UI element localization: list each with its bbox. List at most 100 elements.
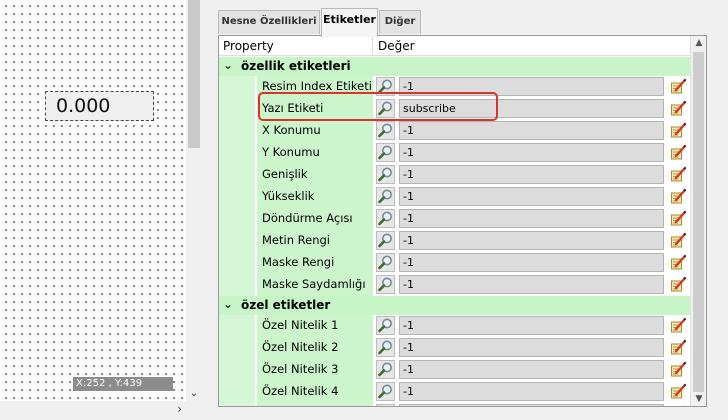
magnifier-icon[interactable] <box>376 121 395 140</box>
property-group-header[interactable]: ⌄ özellik etiketleri <box>219 57 691 76</box>
property-name[interactable]: Resim Index Etiketi <box>257 76 373 98</box>
property-row[interactable]: Yazı Etiketi subscribe <box>219 98 691 120</box>
property-name[interactable]: Y Konumu <box>257 142 373 164</box>
canvas-horizontal-scrollbar[interactable]: › <box>0 401 186 418</box>
edit-pencil-icon[interactable] <box>670 383 687 400</box>
property-value-field[interactable]: -1 <box>399 165 664 184</box>
property-value-field[interactable]: -1 <box>399 316 664 335</box>
status-strip <box>216 407 728 420</box>
row-gutter <box>219 142 255 164</box>
tab-nesne-ozellikleri[interactable]: Nesne Özellikleri <box>218 10 320 34</box>
property-value-field[interactable]: -1 <box>399 253 664 272</box>
column-header-value[interactable]: Değer <box>378 39 415 53</box>
scroll-right-icon[interactable]: › <box>177 401 182 417</box>
property-value-field[interactable]: subscribe <box>399 99 664 118</box>
magnifier-icon[interactable] <box>376 231 395 250</box>
magnifier-icon[interactable] <box>376 253 395 272</box>
row-gutter <box>219 381 255 403</box>
property-row[interactable]: Yükseklik -1 <box>219 186 691 208</box>
magnifier-icon[interactable] <box>376 338 395 357</box>
property-row[interactable]: Maske Saydamlığı -1 <box>219 274 691 296</box>
scroll-down-icon[interactable]: ⌄ <box>186 387 202 401</box>
row-gutter <box>219 230 255 252</box>
property-name[interactable]: Genişlik <box>257 164 373 186</box>
scrollbar-thumb[interactable] <box>693 52 704 392</box>
chevron-down-icon[interactable]: ⌄ <box>223 58 233 72</box>
property-name[interactable]: Özel Nitelik 4 <box>257 381 373 403</box>
property-name[interactable]: Özel Nitelik 2 <box>257 337 373 359</box>
property-value-field[interactable]: -1 <box>399 187 664 206</box>
property-value-field[interactable]: -1 <box>399 231 664 250</box>
property-name[interactable]: Döndürme Açısı <box>257 208 373 230</box>
property-row[interactable]: Metin Rengi -1 <box>219 230 691 252</box>
tab-diger[interactable]: Diğer <box>379 10 421 34</box>
edit-pencil-icon[interactable] <box>670 339 687 356</box>
property-row[interactable]: Döndürme Açısı -1 <box>219 208 691 230</box>
property-value-field[interactable]: -1 <box>399 77 664 96</box>
property-group-header[interactable]: ⌄ özel etiketler <box>219 296 691 315</box>
scroll-up-icon[interactable]: ▲ <box>691 38 706 48</box>
property-row[interactable]: Y Konumu -1 <box>219 142 691 164</box>
row-gutter <box>219 315 255 337</box>
magnifier-icon[interactable] <box>376 382 395 401</box>
property-row[interactable]: Özel Nitelik 4 -1 <box>219 381 691 403</box>
edit-pencil-icon[interactable] <box>670 78 687 95</box>
property-value-field[interactable]: -1 <box>399 338 664 357</box>
property-grid-scrollbar[interactable]: ▲ ▼ <box>690 36 706 406</box>
property-name[interactable]: Maske Saydamlığı <box>257 274 373 296</box>
edit-pencil-icon[interactable] <box>670 188 687 205</box>
numeric-display-widget[interactable]: 0.000 <box>45 91 154 121</box>
edit-pencil-icon[interactable] <box>670 276 687 293</box>
property-value-field[interactable]: -1 <box>399 360 664 379</box>
magnifier-icon[interactable] <box>376 316 395 335</box>
row-gutter <box>219 120 255 142</box>
edit-pencil-icon[interactable] <box>670 254 687 271</box>
magnifier-icon[interactable] <box>376 99 395 118</box>
property-name[interactable]: X Konumu <box>257 120 373 142</box>
property-value-field[interactable]: -1 <box>399 143 664 162</box>
edit-pencil-icon[interactable] <box>670 232 687 249</box>
chevron-down-icon[interactable]: ⌄ <box>223 297 233 311</box>
property-row[interactable]: Özel Nitelik 1 -1 <box>219 315 691 337</box>
magnifier-icon[interactable] <box>376 143 395 162</box>
property-name[interactable]: Metin Rengi <box>257 230 373 252</box>
edit-pencil-icon[interactable] <box>670 361 687 378</box>
edit-pencil-icon[interactable] <box>670 317 687 334</box>
canvas-vertical-scrollbar[interactable]: ⌄ <box>186 0 202 401</box>
property-name[interactable]: Maske Rengi <box>257 252 373 274</box>
edit-pencil-icon[interactable] <box>670 166 687 183</box>
edit-pencil-icon[interactable] <box>670 122 687 139</box>
property-value-field[interactable]: -1 <box>399 121 664 140</box>
magnifier-icon[interactable] <box>376 187 395 206</box>
magnifier-icon[interactable] <box>376 275 395 294</box>
property-row[interactable]: X Konumu -1 <box>219 120 691 142</box>
property-row[interactable]: Özel Nitelik 3 -1 <box>219 359 691 381</box>
property-rows: ⌄ özellik etiketleri Resim Index Etiketi -1… <box>219 57 691 406</box>
tab-etiketler[interactable]: Etiketler <box>321 8 378 37</box>
property-name[interactable]: Özel Nitelik 1 <box>257 315 373 337</box>
property-row[interactable]: Maske Rengi -1 <box>219 252 691 274</box>
magnifier-icon[interactable] <box>376 360 395 379</box>
column-divider[interactable] <box>372 36 373 56</box>
panel-splitter[interactable] <box>202 0 216 420</box>
property-name[interactable]: Yükseklik <box>257 186 373 208</box>
property-value-field[interactable]: -1 <box>399 382 664 401</box>
column-header-property[interactable]: Property <box>223 39 274 53</box>
property-name[interactable]: Özel Nitelik 3 <box>257 359 373 381</box>
property-value-field[interactable]: -1 <box>399 209 664 228</box>
edit-pencil-icon[interactable] <box>670 210 687 227</box>
magnifier-icon[interactable] <box>376 77 395 96</box>
magnifier-icon[interactable] <box>376 209 395 228</box>
scroll-down-icon[interactable]: ▼ <box>691 394 706 404</box>
scrollbar-thumb[interactable] <box>188 0 200 148</box>
magnifier-icon[interactable] <box>376 165 395 184</box>
group-title: özellik etiketleri <box>241 59 351 73</box>
property-row[interactable]: Resim Index Etiketi -1 <box>219 76 691 98</box>
property-row[interactable]: Özel Nitelik 2 -1 <box>219 337 691 359</box>
property-name[interactable]: Yazı Etiketi <box>257 98 373 120</box>
property-row[interactable]: Genişlik -1 <box>219 164 691 186</box>
edit-pencil-icon[interactable] <box>670 100 687 117</box>
design-canvas[interactable]: 0.000 X:252 , Y:439 <box>0 0 186 401</box>
edit-pencil-icon[interactable] <box>670 144 687 161</box>
property-value-field[interactable]: -1 <box>399 275 664 294</box>
